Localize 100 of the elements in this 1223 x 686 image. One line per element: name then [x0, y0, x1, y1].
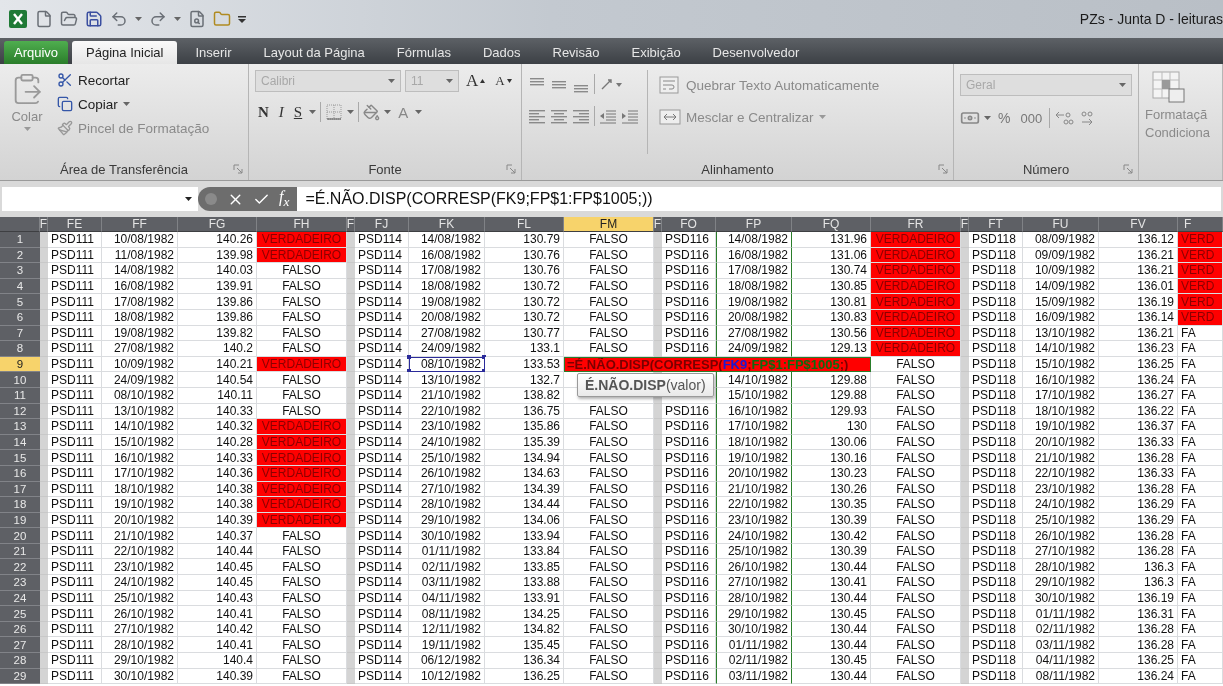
print-preview-icon[interactable]: [188, 10, 206, 28]
save-icon[interactable]: [85, 10, 103, 28]
row-header[interactable]: 25: [0, 606, 40, 622]
font-style-button[interactable]: S: [290, 102, 306, 122]
thousands-button[interactable]: 000: [1017, 109, 1046, 127]
insert-function-button[interactable]: f$_{x}$: [279, 187, 290, 211]
row-header[interactable]: 1: [0, 232, 40, 248]
table-cell: FALSO: [564, 341, 654, 357]
formula-field[interactable]: =É.NÃO.DISP(CORRESP(FK9;FP$1:FP$1005;)): [297, 187, 1221, 211]
column-header[interactable]: FO: [662, 217, 716, 232]
table-cell: 140.41: [178, 606, 257, 622]
column-header[interactable]: FU: [1023, 217, 1099, 232]
ribbon-button[interactable]: Recortar: [54, 70, 213, 90]
font-color-button[interactable]: A: [395, 102, 412, 122]
font-style-button[interactable]: N: [255, 102, 272, 122]
dialog-launcher-icon[interactable]: [938, 164, 948, 174]
table-cell: 23/10/1982: [409, 419, 485, 435]
row-header[interactable]: 15: [0, 450, 40, 466]
ribbon-tab[interactable]: Dados: [468, 41, 535, 64]
column-header[interactable]: FM: [564, 217, 654, 232]
open-folder-icon[interactable]: [60, 10, 78, 28]
increase-indent-icon[interactable]: [621, 107, 639, 125]
table-cell: 136.19: [1099, 294, 1178, 310]
ribbon-tab[interactable]: Desenvolvedor: [698, 41, 814, 64]
ribbon-tab[interactable]: Inserir: [181, 41, 246, 64]
spreadsheet-logo-icon[interactable]: [8, 9, 28, 29]
column-header[interactable]: FR: [871, 217, 961, 232]
table-cell: 136.21: [1099, 263, 1178, 279]
ribbon-tab[interactable]: Fórmulas: [382, 41, 465, 64]
table-cell: PSD114: [355, 653, 409, 669]
conditional-formatting-icon[interactable]: [1151, 70, 1185, 104]
grow-font-button[interactable]: A: [463, 70, 489, 92]
row-header[interactable]: 5: [0, 294, 40, 310]
column-header[interactable]: FV: [1099, 217, 1178, 232]
table-cell: PSD118: [969, 575, 1023, 591]
conditional-formatting-button[interactable]: Formataçã Condiciona: [1145, 70, 1211, 180]
row-header[interactable]: 13: [0, 419, 40, 435]
column-header[interactable]: FJ: [355, 217, 409, 232]
table-cell: PSD114: [355, 341, 409, 357]
column-header[interactable]: FE: [48, 217, 102, 232]
table-cell: 136.25: [1099, 653, 1178, 669]
undo-icon[interactable]: [110, 10, 128, 28]
ribbon-tab[interactable]: Exibição: [617, 41, 695, 64]
dialog-launcher-icon[interactable]: [506, 164, 516, 174]
column-header[interactable]: FH: [257, 217, 347, 232]
column-header[interactable]: FQ: [792, 217, 871, 232]
increase-decimal-icon[interactable]: [1054, 109, 1075, 127]
borders-icon[interactable]: [325, 103, 344, 121]
wrap-text-icon[interactable]: [659, 76, 681, 94]
column-header[interactable]: FL: [485, 217, 564, 232]
table-cell: PSD116: [662, 637, 716, 654]
percent-button[interactable]: %: [995, 109, 1014, 127]
table-cell: FA: [1178, 653, 1223, 669]
ribbon-tab[interactable]: Layout da Página: [249, 41, 379, 64]
table-cell: FALSO: [564, 497, 654, 513]
fill-color-icon[interactable]: [363, 103, 381, 121]
shrink-font-button[interactable]: A: [492, 72, 515, 90]
ribbon-button[interactable]: Copiar: [54, 94, 213, 114]
align-left-icon[interactable]: [528, 107, 546, 125]
ribbon-tab[interactable]: Arquivo: [4, 41, 69, 64]
new-file-icon[interactable]: [35, 10, 53, 28]
font-style-button[interactable]: I: [275, 102, 287, 122]
row-header[interactable]: 20: [0, 528, 40, 544]
table-cell: FALSO: [871, 606, 961, 622]
folder-icon[interactable]: [213, 10, 231, 28]
table-cell: FALSO: [564, 653, 654, 669]
column-header[interactable]: FK: [409, 217, 485, 232]
align-center-icon[interactable]: [550, 107, 568, 125]
select-all-button[interactable]: [0, 217, 40, 232]
group-label: Alinhamento: [701, 161, 774, 177]
decrease-indent-icon[interactable]: [599, 107, 617, 125]
caret-icon: [384, 110, 392, 114]
table-cell: PSD116: [662, 575, 716, 591]
dialog-launcher-icon[interactable]: [1123, 164, 1133, 174]
row-header[interactable]: 8: [0, 341, 40, 357]
customize-toolbar-icon[interactable]: [238, 14, 246, 24]
row-header[interactable]: 22: [0, 559, 40, 576]
column-header[interactable]: F: [1178, 217, 1223, 232]
row-header[interactable]: 27: [0, 637, 40, 654]
column-header[interactable]: FT: [969, 217, 1023, 232]
row-header[interactable]: 28: [0, 653, 40, 669]
table-cell: VERDADEIRO: [871, 263, 961, 279]
table-cell: FALSO: [564, 450, 654, 466]
redo-icon[interactable]: [149, 10, 167, 28]
column-header[interactable]: FP: [716, 217, 792, 232]
align-right-icon[interactable]: [572, 107, 590, 125]
merge-cells-icon[interactable]: [659, 108, 681, 126]
ribbon-tab[interactable]: Página Inicial: [72, 41, 178, 64]
column-header[interactable]: FF: [102, 217, 178, 232]
column-header[interactable]: FG: [178, 217, 257, 232]
row-header[interactable]: 23: [0, 575, 40, 591]
row-header[interactable]: 18: [0, 497, 40, 513]
ribbon-tab[interactable]: Revisão: [538, 41, 614, 64]
table-cell: VERDADEIRO: [871, 232, 961, 248]
row-header[interactable]: 10: [0, 372, 40, 388]
dialog-launcher-icon[interactable]: [233, 164, 243, 174]
wrap-text-button[interactable]: Quebrar Texto Automaticamente: [656, 74, 883, 96]
merge-center-button[interactable]: Mesclar e Centralizar: [656, 106, 883, 128]
row-header[interactable]: 3: [0, 263, 40, 279]
table-cell: 130.81: [792, 294, 871, 310]
